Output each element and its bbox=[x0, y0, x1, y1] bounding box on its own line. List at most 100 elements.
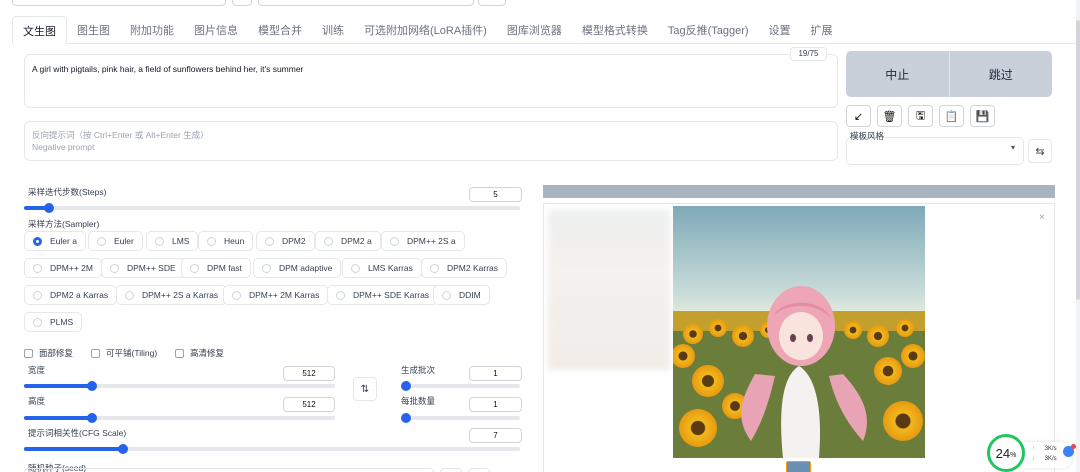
arrow-icon[interactable]: ↙ bbox=[846, 105, 871, 127]
height-input[interactable]: 512 bbox=[283, 397, 335, 412]
reuse-seed-button[interactable] bbox=[468, 468, 490, 472]
sampler-option[interactable]: DDIM bbox=[433, 285, 490, 305]
batch-size-label: 每批数量 bbox=[401, 396, 436, 406]
width-input[interactable]: 512 bbox=[283, 366, 335, 381]
cfg-slider-thumb[interactable] bbox=[118, 444, 128, 454]
gallery-thumbnail[interactable] bbox=[786, 461, 811, 472]
accelerator-icon[interactable] bbox=[1063, 444, 1076, 457]
radio-icon bbox=[190, 263, 199, 273]
sampler-option[interactable]: DPM++ 2M bbox=[24, 258, 102, 278]
sampler-option[interactable]: Heun bbox=[198, 231, 254, 251]
sampler-option[interactable]: DPM++ 2S a bbox=[381, 231, 465, 251]
sampler-option[interactable]: DPM adaptive bbox=[253, 258, 342, 278]
clipboard-icon[interactable]: 📋 bbox=[939, 105, 964, 127]
usage-percent-unit: % bbox=[1010, 451, 1017, 459]
sampler-option[interactable]: DPM2 a bbox=[315, 231, 381, 251]
tab-tagger[interactable]: Tag反推(Tagger) bbox=[658, 16, 759, 44]
top-toolbar-fragment bbox=[12, 0, 226, 6]
radio-icon bbox=[97, 236, 106, 246]
width-slider-thumb[interactable] bbox=[87, 381, 97, 391]
negative-prompt-input[interactable]: 反向提示词（按 Ctrl+Enter 或 Alt+Enter 生成） Negat… bbox=[24, 121, 838, 161]
tab-train[interactable]: 训练 bbox=[312, 16, 354, 44]
sampler-option[interactable]: LMS bbox=[146, 231, 199, 251]
tab-extras[interactable]: 附加功能 bbox=[120, 16, 184, 44]
tab-checkpoint-merger[interactable]: 模型合并 bbox=[248, 16, 312, 44]
sampler-option[interactable]: DPM2 Karras bbox=[421, 258, 508, 278]
negative-prompt-placeholder: 反向提示词（按 Ctrl+Enter 或 Alt+Enter 生成） bbox=[32, 130, 209, 140]
sampler-option[interactable]: DPM2 a Karras bbox=[24, 285, 118, 305]
sampler-option-label: DPM fast bbox=[207, 263, 242, 273]
save-style-icon[interactable]: 🖫 bbox=[908, 105, 933, 127]
floppy-icon[interactable]: 💾 bbox=[970, 105, 995, 127]
width-slider-fill bbox=[24, 384, 92, 388]
prompt-text: A girl with pigtails, pink hair, a field… bbox=[32, 64, 304, 74]
hires-fix-checkbox[interactable]: 高清修复 bbox=[175, 347, 224, 359]
sampler-option[interactable]: DPM++ 2M Karras bbox=[223, 285, 329, 305]
apply-style-icon[interactable]: ⇆ bbox=[1028, 139, 1052, 163]
radio-icon bbox=[232, 290, 241, 300]
sampler-option-label: LMS Karras bbox=[368, 263, 413, 273]
sampler-option-label: DPM++ SDE Karras bbox=[353, 290, 430, 300]
sampler-option[interactable]: DPM++ SDE Karras bbox=[327, 285, 439, 305]
batch-count-slider-thumb[interactable] bbox=[401, 381, 411, 391]
radio-icon bbox=[442, 290, 451, 300]
tab-img2img[interactable]: 图生图 bbox=[67, 16, 120, 44]
radio-icon bbox=[110, 263, 119, 273]
interrupt-button[interactable]: 中止 bbox=[846, 51, 949, 97]
chevron-down-icon: ▾ bbox=[1010, 143, 1015, 152]
batch-size-slider[interactable] bbox=[401, 413, 520, 423]
cfg-input[interactable]: 7 bbox=[469, 428, 522, 443]
height-slider-thumb[interactable] bbox=[87, 413, 97, 423]
tiling-checkbox[interactable]: 可平铺(Tiling) bbox=[91, 347, 157, 359]
sampler-option[interactable]: Euler a bbox=[24, 231, 86, 251]
skip-button[interactable]: 跳过 bbox=[948, 51, 1052, 97]
steps-input[interactable]: 5 bbox=[469, 187, 522, 202]
tab-png-info[interactable]: 图片信息 bbox=[184, 16, 248, 44]
width-slider[interactable] bbox=[24, 381, 335, 391]
close-icon[interactable]: × bbox=[1039, 212, 1045, 223]
steps-slider[interactable] bbox=[24, 203, 520, 213]
sampler-option[interactable]: DPM++ 2S a Karras bbox=[116, 285, 228, 305]
face-restore-checkbox[interactable]: 面部修复 bbox=[24, 347, 73, 359]
sampler-option[interactable]: LMS Karras bbox=[342, 258, 422, 278]
random-seed-button[interactable] bbox=[440, 468, 462, 472]
sampler-option[interactable]: Euler bbox=[88, 231, 143, 251]
scrollbar-thumb[interactable] bbox=[1076, 20, 1080, 300]
prompt-input[interactable]: A girl with pigtails, pink hair, a field… bbox=[24, 54, 838, 108]
sampler-option-label: DPM++ 2M Karras bbox=[249, 290, 320, 300]
memory-usage-ring[interactable]: 24% bbox=[987, 434, 1025, 472]
batch-count-input[interactable]: 1 bbox=[469, 366, 522, 381]
trash-icon[interactable]: 🗑 bbox=[877, 105, 902, 127]
batch-size-input[interactable]: 1 bbox=[469, 397, 522, 412]
sampler-option[interactable]: DPM2 bbox=[256, 231, 315, 251]
batch-count-label: 生成批次 bbox=[401, 365, 436, 375]
tab-model-converter[interactable]: 模型格式转换 bbox=[572, 16, 658, 44]
batch-count-slider[interactable] bbox=[401, 381, 520, 391]
tab-extensions[interactable]: 扩展 bbox=[801, 16, 843, 44]
radio-icon bbox=[324, 236, 333, 246]
steps-slider-thumb[interactable] bbox=[44, 203, 54, 213]
sampler-option[interactable]: PLMS bbox=[24, 312, 83, 332]
tab-additional-networks[interactable]: 可选附加网络(LoRA插件) bbox=[354, 16, 497, 44]
sampler-option[interactable]: DPM fast bbox=[181, 258, 251, 278]
batch-size-slider-thumb[interactable] bbox=[401, 413, 411, 423]
seed-input[interactable] bbox=[24, 468, 434, 472]
swap-dimensions-icon[interactable]: ⇅ bbox=[353, 377, 377, 401]
cfg-slider[interactable] bbox=[24, 444, 520, 454]
style-label: 模板风格 bbox=[850, 131, 885, 141]
generated-image[interactable] bbox=[673, 206, 925, 458]
page-scrollbar[interactable] bbox=[1076, 0, 1080, 472]
radio-icon bbox=[390, 236, 399, 246]
checkbox-icon bbox=[24, 348, 33, 358]
radio-icon bbox=[33, 263, 42, 273]
sampler-option-label: DPM++ 2S a bbox=[407, 236, 456, 246]
height-slider[interactable] bbox=[24, 413, 335, 423]
height-label: 高度 bbox=[28, 396, 46, 406]
token-counter: 19/75 bbox=[790, 47, 827, 61]
sampler-option-label: Euler a bbox=[50, 236, 77, 246]
tab-txt2img[interactable]: 文生图 bbox=[12, 16, 67, 44]
sampler-option[interactable]: DPM++ SDE bbox=[101, 258, 185, 278]
tab-image-browser[interactable]: 图库浏览器 bbox=[497, 16, 572, 44]
tab-settings[interactable]: 设置 bbox=[759, 16, 801, 44]
radio-icon bbox=[262, 263, 271, 273]
